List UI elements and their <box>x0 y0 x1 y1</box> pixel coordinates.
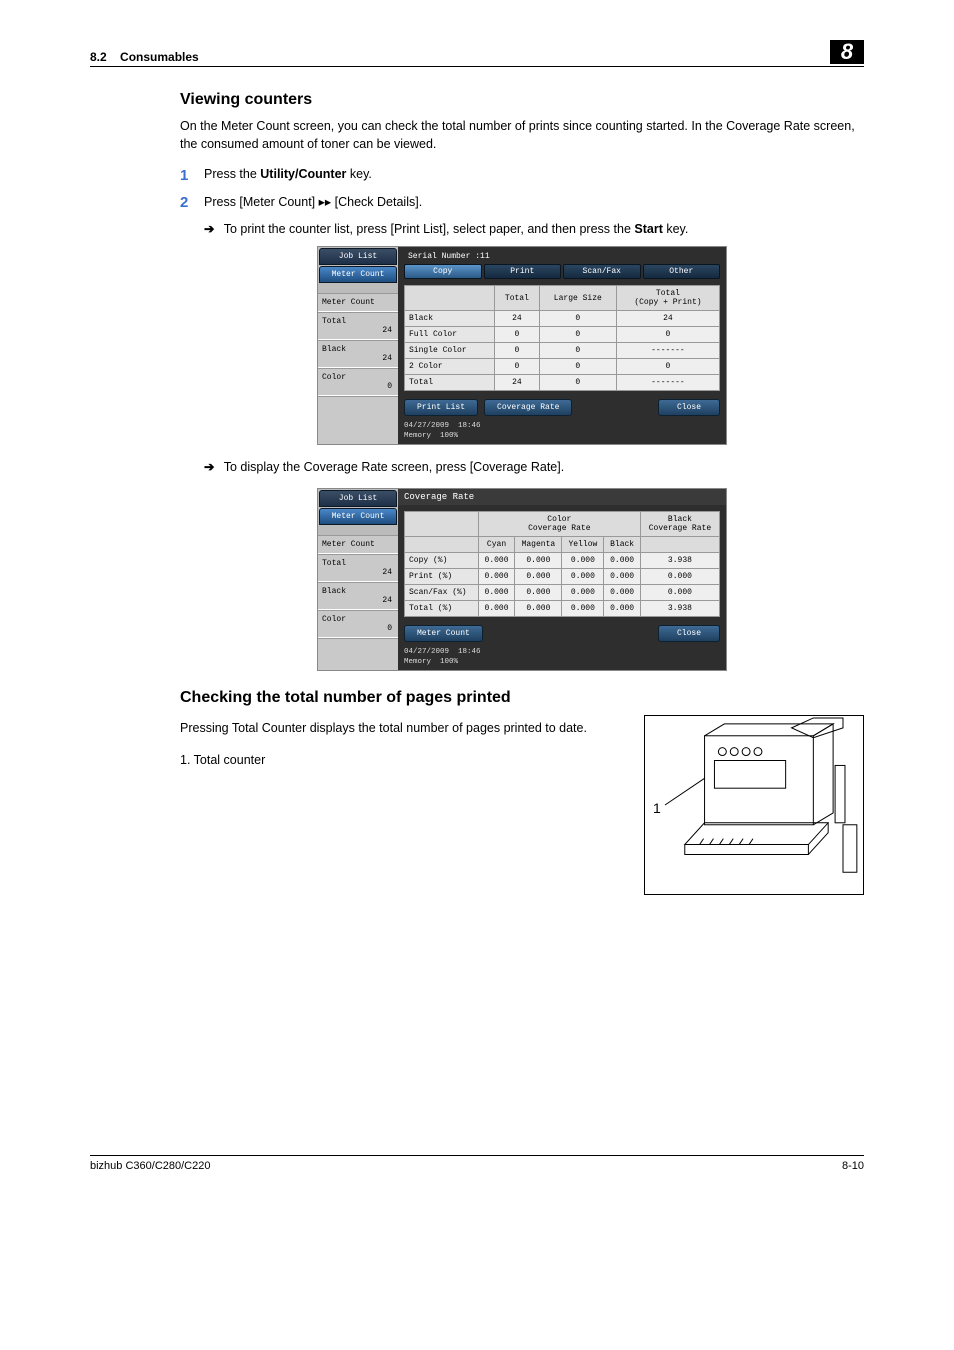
table-row: Full Color000 <box>405 327 720 343</box>
sidebar-total-value: 24 <box>322 326 394 335</box>
table-row: Print (%)0.0000.0000.0000.0000.000 <box>405 569 720 585</box>
close-button[interactable]: Close <box>658 625 720 642</box>
coverage-rate-button[interactable]: Coverage Rate <box>484 399 572 416</box>
tab-meter-count[interactable]: Meter Count <box>319 266 397 283</box>
table-row: Black24024 <box>405 311 720 327</box>
page-header: 8.2 Consumables 8 <box>90 40 864 67</box>
lcd-meter-count: Job List Meter Count Meter Count Total 2… <box>317 246 727 445</box>
checking-paragraph: Pressing Total Counter displays the tota… <box>180 719 626 737</box>
meter-table: Total Large Size Total (Copy + Print) Bl… <box>404 285 720 391</box>
table-row: Total (%)0.0000.0000.0000.0003.938 <box>405 601 720 617</box>
printer-icon <box>645 716 863 894</box>
tab-job-list[interactable]: Job List <box>319 248 397 265</box>
col-total-cp: Total (Copy + Print) <box>616 286 719 311</box>
tab-print[interactable]: Print <box>484 264 562 279</box>
sidebar-black-value: 24 <box>322 354 394 363</box>
sidebar-total-label: Total <box>322 317 394 326</box>
step-number: 1 <box>180 167 204 184</box>
tab-other[interactable]: Other <box>643 264 721 279</box>
arrow-icon: ➔ <box>204 222 214 236</box>
status-bar: 04/27/2009 18:46 <box>404 422 720 430</box>
lcd-coverage-rate: Job List Meter Count Meter Count Total 2… <box>317 488 727 671</box>
step-number: 2 <box>180 194 204 211</box>
step-2-text: Press [Meter Count] ▸▸ [Check Details]. <box>204 194 864 211</box>
col-large-size: Large Size <box>539 286 616 311</box>
sidebar-color-label: Color <box>322 373 394 382</box>
printer-illustration: 1 <box>644 715 864 895</box>
heading-viewing-counters: Viewing counters <box>180 91 864 109</box>
section-title: Consumables <box>120 50 199 64</box>
table-row: Scan/Fax (%)0.0000.0000.0000.0000.000 <box>405 585 720 601</box>
footer-page: 8-10 <box>842 1160 864 1172</box>
step-1-text: Press the Utility/Counter key. <box>204 167 864 184</box>
arrow-icon: ➔ <box>204 460 214 474</box>
coverage-rate-title: Coverage Rate <box>398 489 726 505</box>
coverage-table: Color Coverage Rate Black Coverage Rate … <box>404 511 720 617</box>
substep-print-list: ➔ To print the counter list, press [Prin… <box>204 221 864 236</box>
close-button[interactable]: Close <box>658 399 720 416</box>
heading-checking-total: Checking the total number of pages print… <box>180 689 864 707</box>
chapter-badge: 8 <box>830 40 864 64</box>
sidebar-meter-count: Meter Count <box>318 293 398 312</box>
callout-1: 1 <box>653 800 661 816</box>
col-total: Total <box>495 286 540 311</box>
section-number: 8.2 <box>90 50 107 64</box>
tab-meter-count[interactable]: Meter Count <box>319 508 397 525</box>
table-row: 2 Color000 <box>405 359 720 375</box>
print-list-button[interactable]: Print List <box>404 399 478 416</box>
list-total-counter: 1. Total counter <box>180 751 626 769</box>
col-black: Black <box>604 537 641 553</box>
footer-model: bizhub C360/C280/C220 <box>90 1160 210 1172</box>
col-magenta: Magenta <box>515 537 562 553</box>
sidebar-black-label: Black <box>322 345 394 354</box>
tab-job-list[interactable]: Job List <box>319 490 397 507</box>
sidebar-color-value: 0 <box>322 382 394 391</box>
table-row: Copy (%)0.0000.0000.0000.0003.938 <box>405 553 720 569</box>
substep-coverage-rate: ➔ To display the Coverage Rate screen, p… <box>204 459 864 474</box>
meter-count-button[interactable]: Meter Count <box>404 625 483 642</box>
group-black: Black Coverage Rate <box>640 512 719 537</box>
col-yellow: Yellow <box>562 537 604 553</box>
col-cyan: Cyan <box>478 537 515 553</box>
table-row: Single Color00------- <box>405 343 720 359</box>
group-color: Color Coverage Rate <box>478 512 640 537</box>
tab-copy[interactable]: Copy <box>404 264 482 279</box>
page-footer: bizhub C360/C280/C220 8-10 <box>90 1155 864 1172</box>
table-row: Total240------- <box>405 375 720 391</box>
intro-paragraph: On the Meter Count screen, you can check… <box>180 117 864 153</box>
tab-scanfax[interactable]: Scan/Fax <box>563 264 641 279</box>
serial-number: Serial Number :11 <box>408 252 720 261</box>
